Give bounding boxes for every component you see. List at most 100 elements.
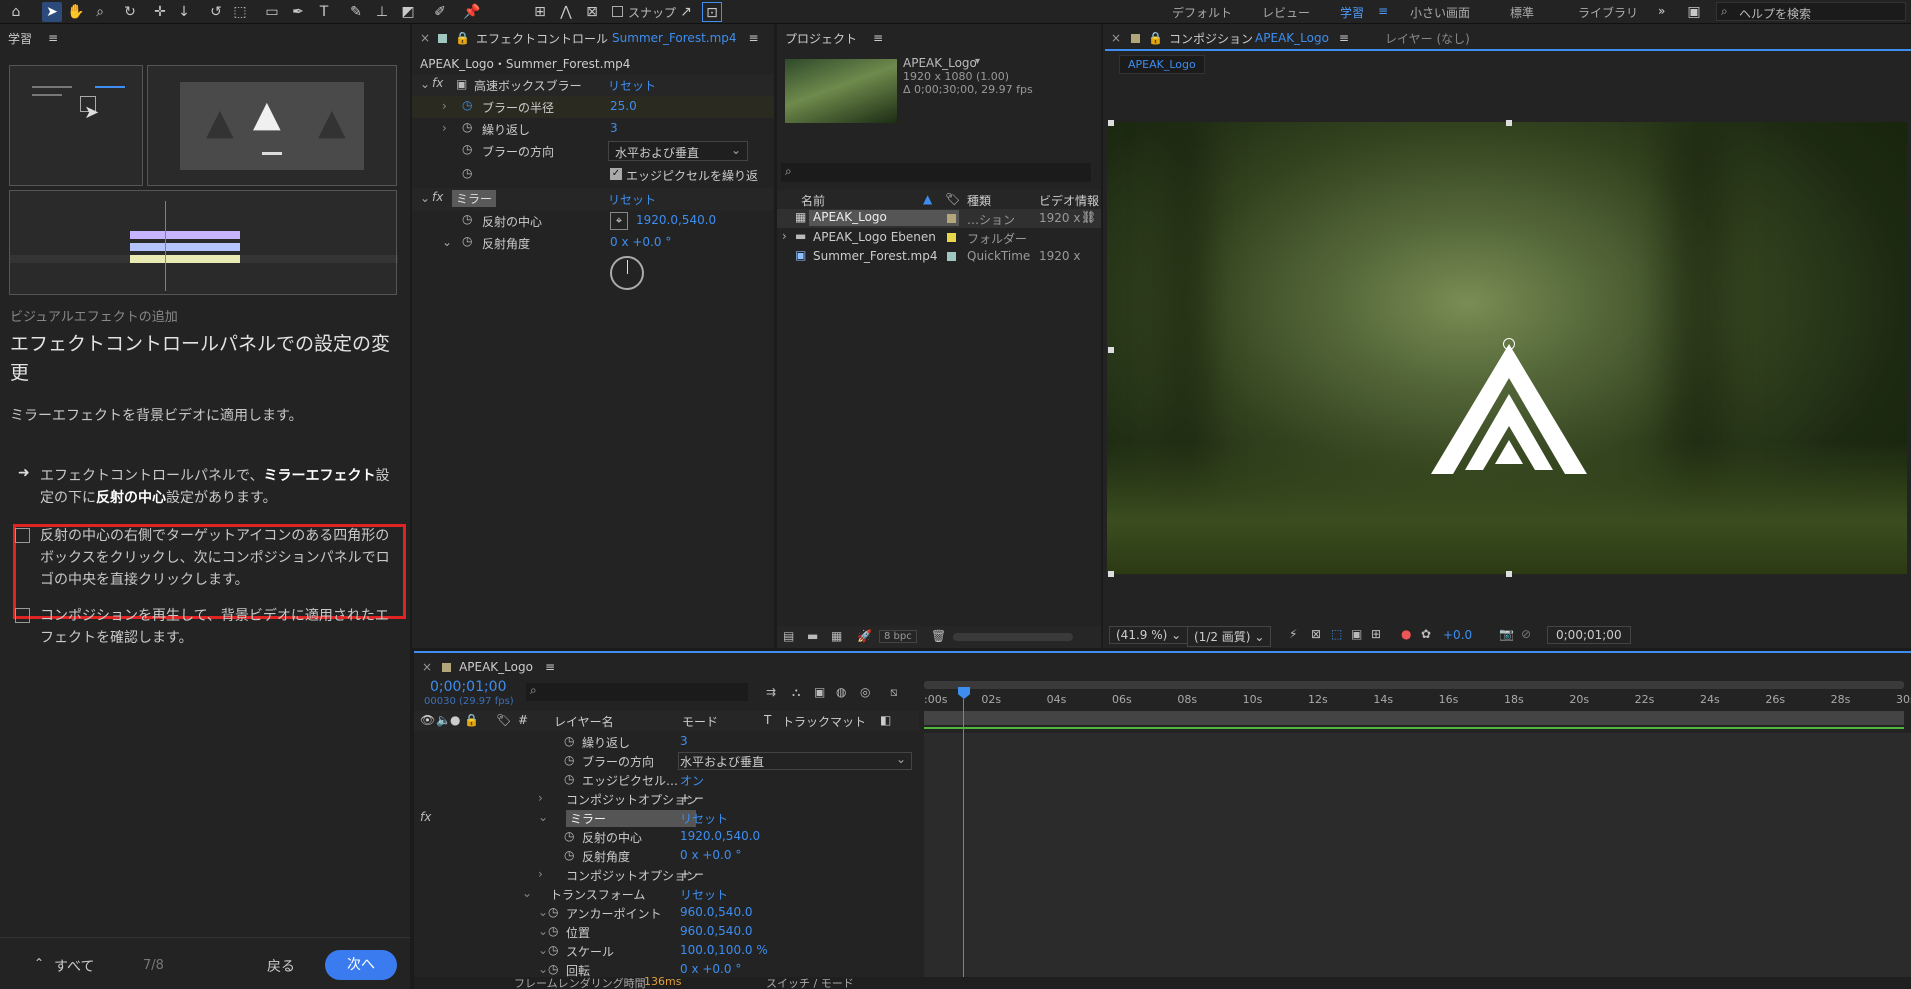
stopwatch-icon[interactable]: ◷: [548, 924, 558, 938]
table-row[interactable]: ◷ 反射角度 0 x +0.0 °: [414, 847, 919, 866]
timeline-tab-label[interactable]: APEAK_Logo: [459, 660, 533, 674]
composition-flowchart-icon[interactable]: ⇉: [766, 685, 776, 699]
chevron-icon[interactable]: ⌄: [538, 810, 548, 824]
trash-icon[interactable]: 🗑: [931, 629, 946, 643]
blur-radius-value[interactable]: 25.0: [610, 99, 637, 113]
layer-property-value[interactable]: リセット: [680, 810, 728, 827]
reflection-angle-value[interactable]: 0 x +0.0 °: [610, 235, 671, 249]
resolution-value[interactable]: (1/2 画質): [1194, 630, 1251, 644]
chevron-up-icon[interactable]: ⌃: [34, 956, 44, 970]
anchor-point-handle[interactable]: [1503, 338, 1515, 350]
region-of-interest-icon[interactable]: ▣: [1351, 627, 1362, 641]
list-item[interactable]: ▣ Summer_Forest.mp4 QuickTime 1920 x: [777, 247, 1101, 266]
panel-menu-icon[interactable]: ≡: [873, 31, 883, 45]
graph-editor-icon[interactable]: ⧅: [890, 685, 898, 700]
parent-icon[interactable]: ◧: [880, 713, 891, 727]
resolution-select[interactable]: (1/2 画質) ⌄: [1187, 626, 1272, 647]
chevron-icon[interactable]: ›: [538, 867, 543, 881]
timeline-track[interactable]: [924, 942, 1911, 961]
table-row[interactable]: ⌄ トランスフォーム リセット: [414, 885, 919, 904]
workspace-small-screen[interactable]: 小さい画面: [1410, 4, 1470, 21]
chevron-right-icon[interactable]: ›: [782, 229, 787, 243]
effect-controls-tab-file[interactable]: Summer_Forest.mp4: [612, 31, 737, 45]
timeline-track[interactable]: [924, 828, 1911, 847]
stopwatch-icon[interactable]: ◷: [462, 234, 472, 248]
composition-breadcrumb[interactable]: APEAK_Logo: [1119, 55, 1205, 74]
timeline-timecode[interactable]: 0;00;01;00: [430, 679, 507, 695]
tag-icon[interactable]: 🏷: [945, 192, 960, 206]
iterations-row[interactable]: › ◷ 繰り返し 3: [412, 118, 774, 140]
motion-blur-icon[interactable]: ◎: [860, 685, 870, 699]
transparency-grid-icon[interactable]: ⊠: [1311, 627, 1321, 641]
target-icon[interactable]: ⌖: [610, 212, 628, 230]
stopwatch-icon[interactable]: ◷: [462, 142, 472, 156]
puppet-tool-icon[interactable]: 📌: [462, 2, 482, 22]
workspace-switch-icon[interactable]: ▣: [1684, 2, 1704, 22]
fx-icon[interactable]: fx: [432, 76, 443, 90]
project-row-name[interactable]: Summer_Forest.mp4: [813, 249, 938, 263]
stopwatch-icon[interactable]: ◷: [548, 943, 558, 957]
chevron-icon[interactable]: ›: [538, 791, 543, 805]
timeline-track[interactable]: [924, 790, 1911, 809]
list-item[interactable]: ▦ APEAK_Logo …ション 1920 x ⛓: [777, 209, 1101, 228]
table-row[interactable]: ◷ 繰り返し 3: [414, 733, 919, 752]
composition-tab-name[interactable]: APEAK_Logo: [1255, 31, 1329, 45]
render-queue-icon[interactable]: 🚀: [857, 629, 872, 643]
layer-property-value[interactable]: 3: [680, 734, 688, 748]
close-tab-icon[interactable]: ×: [422, 660, 432, 674]
mask-visibility-icon[interactable]: ⬚: [1331, 627, 1342, 641]
color-management-icon[interactable]: ✿: [1421, 627, 1431, 641]
panel-menu-icon[interactable]: ≡: [48, 31, 58, 45]
timeline-track[interactable]: [924, 847, 1911, 866]
layer-property-value[interactable]: 100.0,100.0 %: [680, 943, 768, 957]
learn-tab[interactable]: 学習 ≡: [0, 24, 410, 52]
chevron-icon[interactable]: ⌄: [538, 924, 548, 938]
workspace-standard[interactable]: 標準: [1510, 4, 1534, 21]
layer-property-value[interactable]: + −: [680, 791, 704, 805]
brush-tool-icon[interactable]: ✎: [346, 2, 366, 22]
selection-tool-icon[interactable]: ➤: [42, 2, 62, 22]
col-layer-name[interactable]: レイヤー名: [554, 713, 614, 730]
stopwatch-icon[interactable]: ◷: [564, 772, 574, 786]
work-area-bar[interactable]: [924, 681, 1904, 689]
draft-3d-icon[interactable]: ⛬: [792, 685, 800, 700]
snap-options-icon[interactable]: ↗: [676, 2, 696, 22]
effect-fast-blur[interactable]: ⌄ fx ▣ 高速ボックスブラー リセット: [412, 74, 774, 96]
table-row[interactable]: › コンポジットオプション + −: [414, 866, 919, 885]
timeline-search-input[interactable]: ⌕: [526, 683, 748, 701]
angle-dial[interactable]: [610, 256, 644, 290]
chevron-icon[interactable]: ⌄: [522, 886, 532, 900]
col-name[interactable]: 名前: [801, 192, 825, 209]
panel-menu-icon[interactable]: ≡: [1339, 31, 1349, 45]
effect-controls-tab[interactable]: × 🔒 エフェクトコントロール Summer_Forest.mp4 ≡: [412, 24, 774, 52]
work-area-range[interactable]: [924, 711, 1904, 725]
chevron-down-icon[interactable]: ⌄: [420, 77, 430, 91]
close-tab-icon[interactable]: ×: [420, 31, 430, 45]
fx-icon[interactable]: fx: [432, 190, 443, 204]
pan-behind-tool-icon[interactable]: ⬚: [230, 2, 250, 22]
interpret-footage-icon[interactable]: ▤: [783, 629, 794, 643]
chevron-down-icon[interactable]: ⌄: [442, 235, 452, 249]
stopwatch-icon[interactable]: ◷: [548, 905, 558, 919]
playhead-line[interactable]: [963, 699, 964, 989]
layer-property-value[interactable]: リセット: [680, 886, 728, 903]
tag-icon[interactable]: 🏷: [496, 713, 511, 727]
chevron-down-icon[interactable]: ▾: [975, 56, 980, 67]
logo-triangle-icon[interactable]: [1431, 344, 1587, 474]
table-row[interactable]: ⌄ ◷ 位置 960.0,540.0: [414, 923, 919, 942]
lock-icon[interactable]: 🔒: [1148, 31, 1163, 45]
reflection-center-value[interactable]: 1920.0,540.0: [636, 213, 716, 227]
align-icon[interactable]: ⊞: [530, 2, 550, 22]
help-search-box[interactable]: ⌕ ヘルプを検索: [1716, 2, 1906, 21]
panel-menu-icon[interactable]: ≡: [749, 31, 759, 45]
project-row-name[interactable]: APEAK_Logo: [809, 210, 959, 226]
layer-property-value[interactable]: 960.0,540.0: [680, 905, 753, 919]
new-composition-icon[interactable]: ▦: [831, 629, 842, 643]
layer-property-value[interactable]: 0 x +0.0 °: [680, 962, 741, 976]
zoom-tool-icon[interactable]: ⌕: [90, 2, 110, 22]
table-row[interactable]: › コンポジットオプション + −: [414, 790, 919, 809]
grid-guides-icon[interactable]: ⊞: [1371, 627, 1381, 641]
layer-property-value[interactable]: 960.0,540.0: [680, 924, 753, 938]
table-row[interactable]: ◷ エッジピクセル… オン: [414, 771, 919, 790]
zoom-value[interactable]: (41.9 %): [1116, 628, 1167, 642]
